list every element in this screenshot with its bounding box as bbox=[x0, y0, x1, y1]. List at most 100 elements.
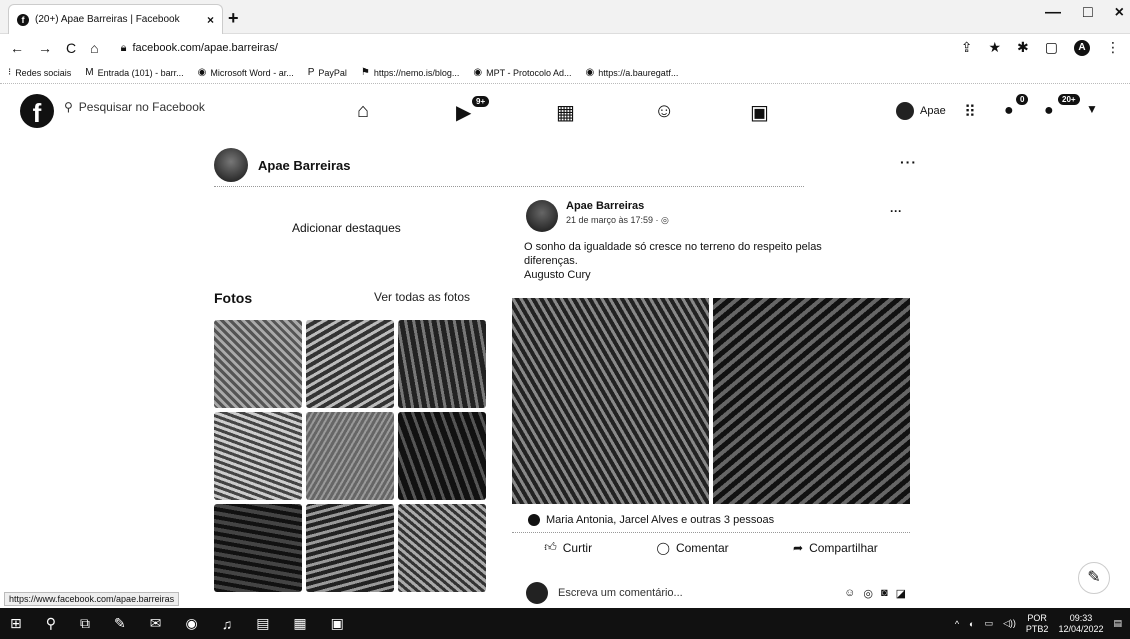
bookmark-blog[interactable]: ⚑ https://nemo.is/blog... bbox=[361, 67, 460, 78]
comment-button[interactable]: ◯ Comentar bbox=[657, 541, 729, 555]
clock[interactable]: 09:33 12/04/2022 bbox=[1058, 613, 1103, 635]
emoji-icon[interactable]: ☺ bbox=[844, 587, 855, 600]
new-message-button[interactable]: ✎ bbox=[1078, 562, 1110, 594]
network-icon[interactable]: ◐ bbox=[969, 619, 974, 629]
new-tab-button[interactable]: + bbox=[228, 8, 239, 29]
photo-thumbnail[interactable] bbox=[214, 412, 302, 500]
post-text: O sonho da igualdade só cresce no terren… bbox=[524, 240, 884, 282]
account-button[interactable]: Apae bbox=[896, 102, 946, 120]
browser-tab[interactable]: f (20+) Apae Barreiras | Facebook × bbox=[8, 4, 223, 34]
gaming-nav-icon[interactable]: ▣ bbox=[750, 100, 769, 125]
gif-icon[interactable]: ◙ bbox=[881, 587, 888, 600]
clock-date: 12/04/2022 bbox=[1058, 623, 1104, 634]
photo-thumbnail[interactable] bbox=[306, 320, 394, 408]
sticker-icon[interactable]: ◪ bbox=[896, 587, 906, 600]
post-author[interactable]: Apae Barreiras bbox=[566, 200, 644, 212]
bookmark-mpt[interactable]: ◉ MPT - Protocolo Ad... bbox=[473, 67, 571, 78]
avatar bbox=[896, 102, 914, 120]
page-avatar[interactable] bbox=[214, 148, 248, 182]
post-photo[interactable] bbox=[512, 298, 709, 504]
apps-icon: ⁝ bbox=[8, 67, 12, 78]
like-button[interactable]: 👍︎ Curtir bbox=[544, 540, 592, 555]
search-input[interactable]: Pesquisar no Facebook bbox=[79, 100, 205, 114]
marketplace-nav-icon[interactable]: ▦ bbox=[556, 100, 575, 125]
flag-icon: ⚑ bbox=[360, 67, 370, 78]
search-icon: ⚲ bbox=[64, 100, 73, 114]
account-name: Apae bbox=[920, 105, 946, 117]
like-reaction-icon bbox=[528, 514, 540, 526]
forward-button[interactable]: → bbox=[38, 40, 52, 56]
bookmarks-bar: ⁝ Redes sociais M Entrada (101) - barr... … bbox=[0, 62, 1130, 84]
chrome-icon[interactable]: ◉ bbox=[185, 615, 197, 632]
task-view-icon[interactable]: ⧉ bbox=[80, 615, 90, 632]
photo-thumbnail[interactable] bbox=[306, 504, 394, 592]
url-field[interactable]: 🔒︎ facebook.com/apae.barreiras/ bbox=[121, 42, 278, 55]
photo-thumbnail[interactable] bbox=[214, 504, 302, 592]
notification-center-icon[interactable]: ▤ bbox=[1113, 618, 1122, 629]
paypal-icon: P bbox=[307, 67, 315, 78]
post-more-button[interactable]: ··· bbox=[890, 204, 902, 218]
avatar bbox=[526, 582, 548, 604]
facebook-search[interactable]: ⚲ Pesquisar no Facebook bbox=[64, 100, 205, 114]
see-all-photos-link[interactable]: Ver todas as fotos bbox=[374, 290, 470, 304]
app-icon[interactable]: ▣ bbox=[331, 615, 344, 632]
app-icon[interactable]: ♫ bbox=[222, 616, 233, 632]
pen-icon[interactable]: ✎ bbox=[114, 615, 126, 632]
bookmark-redes-sociais[interactable]: ⁝ Redes sociais bbox=[8, 67, 71, 78]
post-reactions[interactable]: Maria Antonia, Jarcel Alves e outras 3 p… bbox=[528, 514, 774, 526]
add-highlights-button[interactable]: Adicionar destaques bbox=[292, 221, 401, 235]
tab-close-icon[interactable]: × bbox=[207, 13, 214, 27]
messenger-icon[interactable]: ● bbox=[1004, 102, 1014, 120]
page-more-button[interactable]: ··· bbox=[900, 154, 917, 170]
page-header: Apae Barreiras bbox=[214, 148, 351, 182]
star-icon[interactable]: ★ bbox=[988, 39, 1001, 56]
app-icon[interactable]: ▤ bbox=[256, 615, 269, 632]
profile-avatar[interactable]: A bbox=[1074, 39, 1090, 56]
maximize-button[interactable]: □ bbox=[1083, 4, 1093, 22]
post-photo[interactable] bbox=[713, 298, 910, 504]
photo-thumbnail[interactable] bbox=[306, 412, 394, 500]
photo-thumbnail[interactable] bbox=[398, 412, 486, 500]
comment-tools: ☺ ◎ ◙ ◪ bbox=[844, 587, 906, 600]
home-nav-icon[interactable]: ⌂ bbox=[357, 100, 369, 123]
bookmark-gmail[interactable]: M Entrada (101) - barr... bbox=[85, 67, 183, 78]
page-title[interactable]: Apae Barreiras bbox=[258, 158, 351, 173]
groups-nav-icon[interactable]: ☺ bbox=[654, 100, 674, 123]
minimize-button[interactable]: — bbox=[1045, 4, 1061, 22]
camera-icon[interactable]: ◎ bbox=[863, 587, 873, 600]
reload-button[interactable]: C bbox=[66, 40, 76, 56]
volume-icon[interactable]: ◁)) bbox=[1003, 618, 1016, 629]
facebook-logo-icon[interactable]: f bbox=[20, 94, 54, 128]
menu-grid-icon[interactable]: ⠿ bbox=[964, 102, 976, 122]
bookmark-paypal[interactable]: P PayPal bbox=[308, 67, 347, 78]
home-button[interactable]: ⌂ bbox=[90, 40, 98, 56]
battery-icon[interactable]: ▭ bbox=[984, 618, 993, 629]
app-icon[interactable]: ▦ bbox=[293, 615, 306, 632]
bookmark-label: MPT - Protocolo Ad... bbox=[486, 67, 572, 78]
close-window-button[interactable]: × bbox=[1115, 4, 1124, 22]
photo-thumbnail[interactable] bbox=[398, 320, 486, 408]
photo-thumbnail[interactable] bbox=[398, 504, 486, 592]
back-button[interactable]: ← bbox=[10, 40, 24, 56]
bookmark-link[interactable]: ◉ https://a.bauregatf... bbox=[586, 67, 679, 78]
chevron-up-icon[interactable]: ^ bbox=[955, 619, 959, 629]
language-indicator[interactable]: POR PTB2 bbox=[1026, 613, 1049, 635]
search-icon[interactable]: ⚲ bbox=[46, 615, 56, 632]
mail-icon[interactable]: ✉ bbox=[150, 615, 162, 632]
comment-input[interactable]: Escreva um comentário... bbox=[558, 587, 834, 599]
notifications-icon[interactable]: ● bbox=[1044, 102, 1054, 120]
photo-thumbnail[interactable] bbox=[214, 320, 302, 408]
browser-menu-icon[interactable]: ⋮ bbox=[1106, 39, 1120, 56]
post-timestamp[interactable]: 21 de março às 17:59 · ◎ bbox=[566, 215, 669, 226]
share-button[interactable]: ➦ Compartilhar bbox=[793, 541, 878, 555]
windows-start-icon[interactable]: ⊞ bbox=[10, 615, 22, 632]
share-icon[interactable]: ⇪ bbox=[961, 39, 973, 56]
watch-nav-icon[interactable]: ▶ bbox=[456, 100, 471, 125]
post-text-line: diferenças. bbox=[524, 255, 578, 267]
sidebar-icon[interactable]: ▢ bbox=[1045, 39, 1058, 56]
post-author-avatar[interactable] bbox=[526, 200, 558, 232]
extensions-icon[interactable]: ✱ bbox=[1017, 39, 1029, 56]
chevron-down-icon[interactable]: ▼ bbox=[1086, 102, 1098, 116]
bookmark-word[interactable]: ◉ Microsoft Word - ar... bbox=[198, 67, 294, 78]
facebook-favicon-icon: f bbox=[17, 13, 29, 26]
